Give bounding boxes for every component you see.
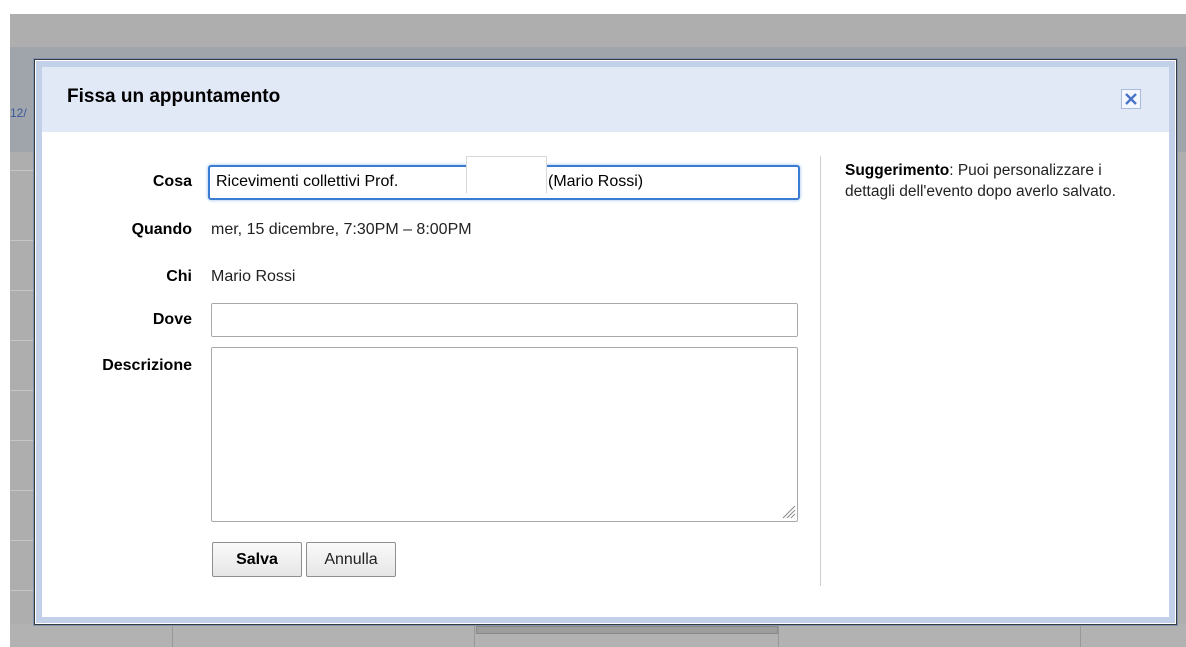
who-label: Chi (166, 268, 192, 285)
what-input-value-end: (Mario Rossi) (548, 173, 644, 190)
vertical-divider (820, 156, 821, 586)
when-value: mer, 15 dicembre, 7:30PM – 8:00PM (211, 221, 472, 238)
calendar-column-divider (1080, 624, 1081, 647)
page-top-strip (0, 0, 1186, 14)
cancel-button[interactable]: Annulla (306, 542, 396, 577)
where-input[interactable] (211, 303, 798, 337)
close-x-icon (1125, 93, 1137, 105)
appointment-dialog (34, 59, 1177, 625)
dialog-title: Fissa un appuntamento (67, 86, 281, 107)
calendar-event-cell (476, 626, 778, 634)
description-textarea[interactable] (211, 347, 798, 522)
when-label: Quando (131, 221, 192, 238)
calendar-column-divider (172, 624, 173, 647)
close-button[interactable] (1121, 89, 1141, 109)
calendar-column-divider (778, 624, 779, 647)
where-label: Dove (152, 311, 192, 328)
tip-title: Suggerimento (845, 162, 950, 179)
resize-grip-icon[interactable] (780, 503, 796, 519)
what-label: Cosa (152, 173, 192, 190)
who-value: Mario Rossi (211, 268, 296, 285)
calendar-date-fragment: 12/ (10, 106, 27, 120)
tip-text: Suggerimento: Puoi personalizzare i dett… (845, 160, 1155, 202)
save-button[interactable]: Salva (212, 542, 302, 577)
what-input-value-start: Ricevimenti collettivi Prof. (216, 173, 399, 190)
description-label: Descrizione (102, 357, 192, 374)
redacted-name-box (466, 156, 547, 193)
calendar-column-divider (474, 624, 475, 647)
